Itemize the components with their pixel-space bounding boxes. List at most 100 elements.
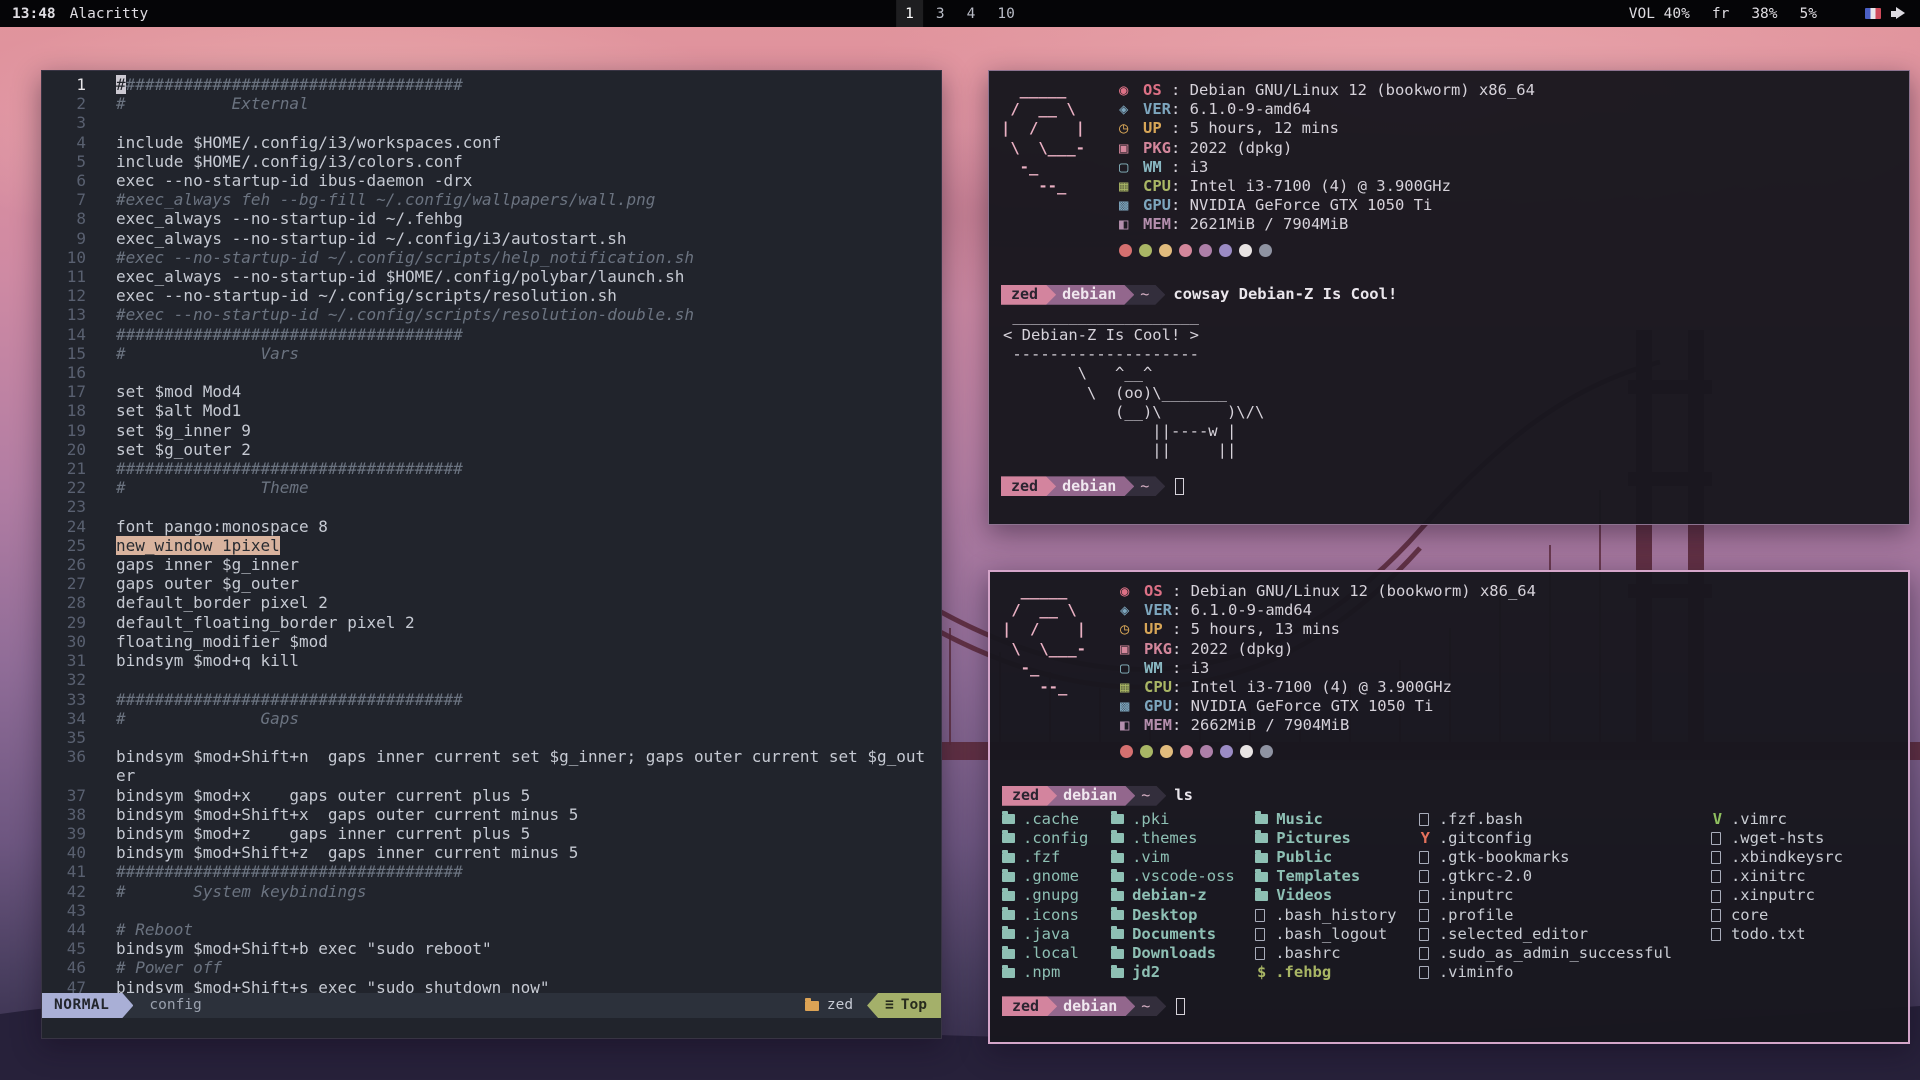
file-name: jd2 bbox=[1132, 963, 1160, 982]
file-name: todo.txt bbox=[1731, 925, 1806, 944]
editor-line: 29default_floating_border pixel 2 bbox=[42, 613, 941, 632]
folder-icon bbox=[1255, 872, 1268, 882]
file-entry: .config bbox=[1002, 829, 1111, 848]
file-name: .gnome bbox=[1023, 867, 1079, 886]
file-name: .sudo_as_admin_successful bbox=[1439, 944, 1672, 963]
file-name: core bbox=[1731, 906, 1768, 925]
editor-line: 3 bbox=[42, 113, 941, 132]
fetch-label: PKG bbox=[1143, 139, 1171, 158]
file-entry: .icons bbox=[1002, 906, 1111, 925]
file-entry: .gtk-bookmarks bbox=[1419, 848, 1711, 867]
statusline-right: zed Top bbox=[805, 993, 941, 1018]
line-number: 1 bbox=[42, 75, 100, 94]
palette-dot bbox=[1120, 745, 1133, 758]
palette-dot bbox=[1240, 745, 1253, 758]
fetch-row: ▢WM : i3 bbox=[1119, 158, 1535, 177]
workspace-switcher: 13410 bbox=[896, 0, 1024, 27]
editor-line: 2# External bbox=[42, 94, 941, 113]
editor-line: 5include $HOME/.config/i3/colors.conf bbox=[42, 152, 941, 171]
file-entry: .cache bbox=[1002, 810, 1111, 829]
line-number: 17 bbox=[42, 382, 100, 401]
fastfetch-info: ◉OS : Debian GNU/Linux 12 (bookworm) x86… bbox=[1119, 81, 1535, 260]
file-name: .xinputrc bbox=[1731, 886, 1815, 905]
file-icon bbox=[1419, 947, 1429, 960]
editor-line-text bbox=[100, 728, 941, 747]
editor-line-text: #################################### bbox=[100, 325, 941, 344]
file-icon bbox=[1711, 832, 1721, 845]
workspace-button-1[interactable]: 1 bbox=[896, 0, 923, 27]
fetch-row: ◷UP : 5 hours, 12 mins bbox=[1119, 119, 1535, 138]
line-number: 12 bbox=[42, 286, 100, 305]
fetch-value: : Debian GNU/Linux 12 (bookworm) x86_64 bbox=[1171, 81, 1535, 100]
file-name: Downloads bbox=[1132, 944, 1216, 963]
debian-ascii-logo: _____ / __ \ | / | \ \___- -_ --_ bbox=[1001, 81, 1119, 260]
editor-window[interactable]: 1####################################2# … bbox=[41, 70, 942, 1039]
editor-line: 1#################################### bbox=[42, 75, 941, 94]
file-name: .viminfo bbox=[1439, 963, 1514, 982]
line-number: 15 bbox=[42, 344, 100, 363]
fetch-label: CPU bbox=[1144, 678, 1172, 697]
folder-icon bbox=[1111, 891, 1124, 901]
editor-line-text: exec_always --no-startup-id $HOME/.confi… bbox=[100, 267, 941, 286]
line-number: 25 bbox=[42, 536, 100, 555]
editor-line-text: bindsym $mod+q kill bbox=[100, 651, 941, 670]
volume-indicator[interactable]: VOL 40% bbox=[1629, 6, 1690, 22]
workspace-button-10[interactable]: 10 bbox=[988, 0, 1023, 27]
file-entry: Public bbox=[1255, 848, 1419, 867]
speaker-icon[interactable] bbox=[1891, 7, 1908, 20]
file-entry: .vscode-oss bbox=[1111, 867, 1255, 886]
editor-line: 37bindsym $mod+x gaps outer current plus… bbox=[42, 786, 941, 805]
file-entry: .gnome bbox=[1002, 867, 1111, 886]
keyboard-layout-indicator[interactable]: fr bbox=[1712, 6, 1729, 22]
file-entry: .bash_logout bbox=[1255, 925, 1419, 944]
filename-label: config bbox=[149, 996, 201, 1015]
editor-line-text: bindsym $mod+Shift+n gaps inner current … bbox=[100, 747, 941, 785]
file-name: Music bbox=[1276, 810, 1323, 829]
editor-line: 34# Gaps bbox=[42, 709, 941, 728]
file-icon bbox=[1255, 947, 1265, 960]
terminal-window-bottom[interactable]: _____ / __ \ | / | \ \___- -_ --_ ◉OS : … bbox=[988, 570, 1910, 1044]
terminal-content: _____ / __ \ | / | \ \___- -_ --_ ◉OS : … bbox=[990, 572, 1908, 1026]
folder-icon bbox=[1002, 872, 1015, 882]
prompt-host-segment: debian bbox=[1046, 476, 1134, 496]
file-name: .gtk-bookmarks bbox=[1439, 848, 1570, 867]
terminal-content: _____ / __ \ | / | \ \___- -_ --_ ◉OS : … bbox=[989, 71, 1909, 506]
editor-line-text: gaps inner $g_inner bbox=[100, 555, 941, 574]
file-name: Documents bbox=[1132, 925, 1216, 944]
line-number: 6 bbox=[42, 171, 100, 190]
line-number: 45 bbox=[42, 939, 100, 958]
editor-line-text: include $HOME/.config/i3/colors.conf bbox=[100, 152, 941, 171]
file-name: .selected_editor bbox=[1439, 925, 1588, 944]
line-number: 7 bbox=[42, 190, 100, 209]
workspace-button-4[interactable]: 4 bbox=[958, 0, 985, 27]
file-entry: .bashrc bbox=[1255, 944, 1419, 963]
editor-line-text: # Gaps bbox=[100, 709, 941, 728]
file-name: .fzf bbox=[1023, 848, 1060, 867]
palette-dot bbox=[1179, 244, 1192, 257]
vim-statusline: NORMAL config zed Top bbox=[42, 993, 941, 1018]
palette-dot bbox=[1239, 244, 1252, 257]
file-entry: .viminfo bbox=[1419, 963, 1711, 982]
folder-icon bbox=[1111, 833, 1124, 843]
line-number: 8 bbox=[42, 209, 100, 228]
prompt-user-segment: zed bbox=[1001, 285, 1056, 305]
fetch-value: : 5 hours, 13 mins bbox=[1172, 620, 1340, 639]
file-entry: .selected_editor bbox=[1419, 925, 1711, 944]
file-entry: .fzf.bash bbox=[1419, 810, 1711, 829]
desktop: 13:48 Alacritty 13410 VOL 40% fr 38% 5% … bbox=[0, 0, 1920, 1080]
fetch-row: ◉OS : Debian GNU/Linux 12 (bookworm) x86… bbox=[1120, 582, 1536, 601]
editor-text-area[interactable]: 1####################################2# … bbox=[42, 71, 941, 993]
editor-line: 40bindsym $mod+Shift+z gaps inner curren… bbox=[42, 843, 941, 862]
line-number: 13 bbox=[42, 305, 100, 324]
folder-icon bbox=[1002, 853, 1015, 863]
workspace-button-3[interactable]: 3 bbox=[927, 0, 954, 27]
ls-column: MusicPicturesPublicTemplatesVideos.bash_… bbox=[1255, 810, 1419, 983]
fetch-row: ▦CPU: Intel i3-7100 (4) @ 3.900GHz bbox=[1120, 678, 1536, 697]
file-name: .icons bbox=[1023, 906, 1079, 925]
terminal-window-top[interactable]: _____ / __ \ | / | \ \___- -_ --_ ◉OS : … bbox=[988, 70, 1910, 525]
editor-line-text bbox=[100, 901, 941, 920]
fr-flag-icon[interactable] bbox=[1865, 8, 1881, 19]
editor-line: 43 bbox=[42, 901, 941, 920]
gpu-icon: ▩ bbox=[1120, 697, 1144, 716]
line-number: 27 bbox=[42, 574, 100, 593]
